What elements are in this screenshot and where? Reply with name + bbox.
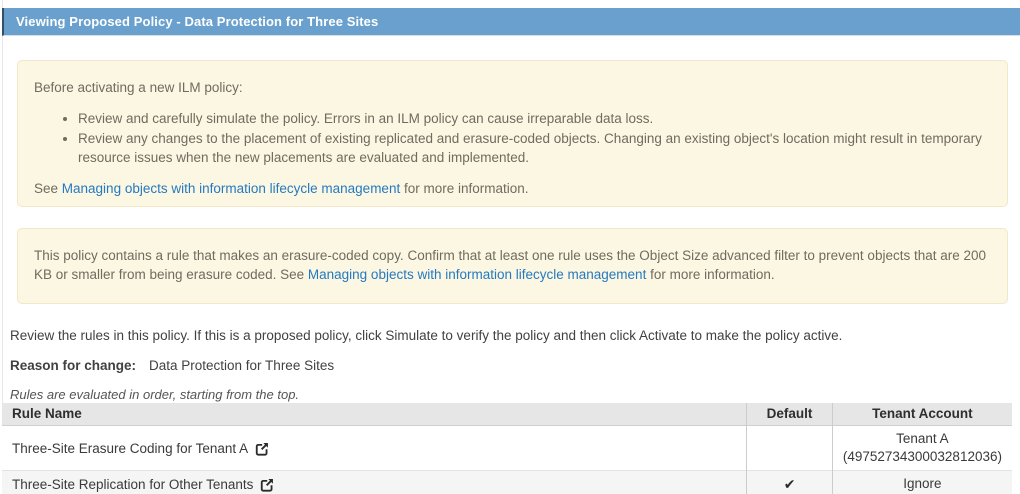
table-header-row: Rule Name Default Tenant Account xyxy=(2,403,1012,426)
see-suffix-text: for more information. xyxy=(400,181,528,196)
review-instructions: Review the rules in this policy. If this… xyxy=(10,328,1010,343)
activation-warning-intro: Before activating a new ILM policy: xyxy=(34,78,991,97)
activation-warning-list: Review and carefully simulate the policy… xyxy=(34,109,991,167)
erasure-warning-suffix: for more information. xyxy=(646,267,774,282)
default-check-icon: ✔ xyxy=(784,476,796,492)
column-header-rule-name: Rule Name xyxy=(2,403,747,426)
rule-name-text: Three-Site Replication for Other Tenants xyxy=(12,477,253,492)
managing-objects-link[interactable]: Managing objects with information lifecy… xyxy=(308,267,646,282)
activation-warning-see-line: See Managing objects with information li… xyxy=(34,179,991,198)
rule-name-text: Three-Site Erasure Coding for Tenant A xyxy=(12,441,248,456)
default-cell: ✔ xyxy=(747,471,833,494)
rule-name-cell: Three-Site Replication for Other Tenants xyxy=(2,471,747,494)
reason-for-change-row: Reason for change:Data Protection for Th… xyxy=(10,358,334,373)
table-row: Three-Site Erasure Coding for Tenant A T… xyxy=(2,426,1012,471)
activation-warning-bullet: Review any changes to the placement of e… xyxy=(78,129,991,167)
viewing-proposed-policy-page: Viewing Proposed Policy - Data Protectio… xyxy=(0,0,1020,494)
external-link-icon[interactable] xyxy=(260,478,274,492)
managing-objects-link[interactable]: Managing objects with information lifecy… xyxy=(62,181,400,196)
reason-for-change-value: Data Protection for Three Sites xyxy=(149,358,334,373)
tenant-account-cell: Ignore xyxy=(832,471,1012,494)
external-link-icon[interactable] xyxy=(255,442,269,456)
default-cell xyxy=(747,426,833,471)
reason-for-change-label: Reason for change: xyxy=(10,358,149,373)
tenant-id: (49752734300032812036) xyxy=(843,448,1002,466)
table-row: Three-Site Replication for Other Tenants… xyxy=(2,471,1012,494)
see-prefix-text: See xyxy=(34,181,62,196)
tenant-account-cell: Tenant A (49752734300032812036) xyxy=(832,426,1012,471)
rule-name-cell: Three-Site Erasure Coding for Tenant A xyxy=(2,426,747,471)
rules-evaluation-note: Rules are evaluated in order, starting f… xyxy=(10,387,299,402)
column-header-default: Default xyxy=(747,403,833,426)
policy-rules-table: Rule Name Default Tenant Account Three-S… xyxy=(2,403,1012,494)
tenant-match-mode: Ignore xyxy=(843,475,1002,493)
activation-warning-alert: Before activating a new ILM policy: Revi… xyxy=(17,60,1008,207)
panel-header: Viewing Proposed Policy - Data Protectio… xyxy=(2,8,1020,36)
tenant-name: Tenant A xyxy=(843,430,1002,448)
page-title: Viewing Proposed Policy - Data Protectio… xyxy=(4,14,378,29)
activation-warning-bullet: Review and carefully simulate the policy… xyxy=(78,109,991,128)
column-header-tenant-account: Tenant Account xyxy=(832,403,1012,426)
erasure-coding-warning-alert: This policy contains a rule that makes a… xyxy=(17,228,1008,304)
